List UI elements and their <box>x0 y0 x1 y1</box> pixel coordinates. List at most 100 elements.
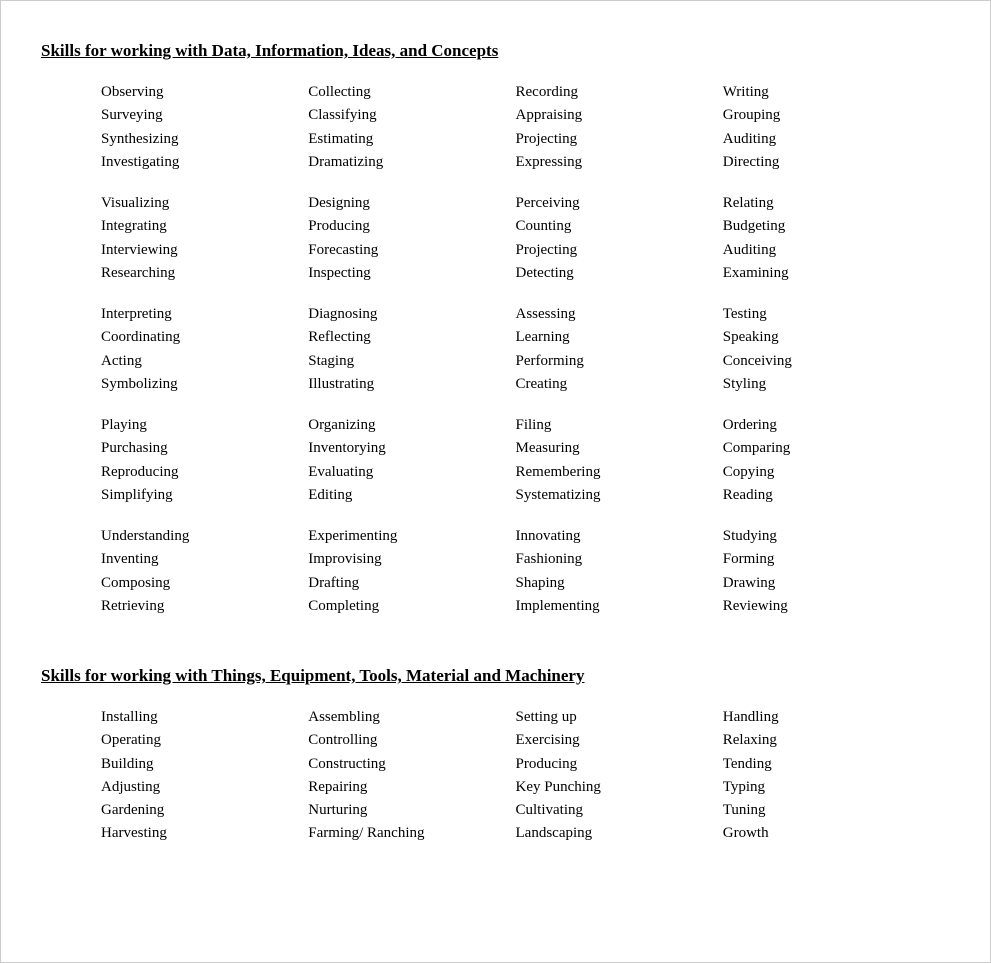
skill-item: Relaxing <box>723 729 930 752</box>
skill-item: Diagnosing <box>308 303 515 326</box>
skill-item: Conceiving <box>723 350 930 373</box>
skill-item: Harvesting <box>101 822 308 845</box>
skill-item: Inventorying <box>308 437 515 460</box>
skill-item: Inspecting <box>308 262 515 285</box>
skill-item: Setting up <box>516 706 723 729</box>
skill-item: Examining <box>723 262 930 285</box>
skill-item: Styling <box>723 373 930 396</box>
skill-item: Tuning <box>723 799 930 822</box>
skill-item: Understanding <box>101 525 308 548</box>
section1-block-0-4: UnderstandingInventingComposingRetrievin… <box>101 525 308 618</box>
section1-block-3-4: StudyingFormingDrawingReviewing <box>723 525 930 618</box>
skill-item: Completing <box>308 595 515 618</box>
skill-item: Projecting <box>516 128 723 151</box>
skill-item: Dramatizing <box>308 151 515 174</box>
section1-block-1-0: CollectingClassifyingEstimatingDramatizi… <box>308 81 515 174</box>
skill-item: Recording <box>516 81 723 104</box>
skill-item: Observing <box>101 81 308 104</box>
skill-item: Nurturing <box>308 799 515 822</box>
section1-block-3-1: RelatingBudgetingAuditingExamining <box>723 192 930 285</box>
skill-item: Growth <box>723 822 930 845</box>
section2-col-1: AssemblingControllingConstructingRepairi… <box>308 706 515 846</box>
skill-item: Operating <box>101 729 308 752</box>
skill-item: Drawing <box>723 572 930 595</box>
skill-item: Performing <box>516 350 723 373</box>
skill-item: Implementing <box>516 595 723 618</box>
skill-item: Expressing <box>516 151 723 174</box>
section1-block-2-1: PerceivingCountingProjectingDetecting <box>516 192 723 285</box>
section2-block-3-0: HandlingRelaxingTendingTypingTuningGrowt… <box>723 706 930 846</box>
skill-item: Remembering <box>516 461 723 484</box>
section1-col-0: ObservingSurveyingSynthesizingInvestigat… <box>101 81 308 618</box>
section1-block-0-3: PlayingPurchasingReproducingSimplifying <box>101 414 308 507</box>
skill-item: Counting <box>516 215 723 238</box>
skill-item: Shaping <box>516 572 723 595</box>
skill-item: Evaluating <box>308 461 515 484</box>
section1-block-0-1: VisualizingIntegratingInterviewingResear… <box>101 192 308 285</box>
skill-item: Comparing <box>723 437 930 460</box>
section1-block-3-2: TestingSpeakingConceivingStyling <box>723 303 930 396</box>
skill-item: Producing <box>516 753 723 776</box>
skill-item: Interpreting <box>101 303 308 326</box>
skill-item: Researching <box>101 262 308 285</box>
section2-grid: InstallingOperatingBuildingAdjustingGard… <box>101 706 930 864</box>
page: Skills for working with Data, Informatio… <box>0 0 991 963</box>
skill-item: Simplifying <box>101 484 308 507</box>
skill-item: Repairing <box>308 776 515 799</box>
skill-item: Constructing <box>308 753 515 776</box>
section1-block-1-3: OrganizingInventoryingEvaluatingEditing <box>308 414 515 507</box>
skill-item: Classifying <box>308 104 515 127</box>
section2-block-0-0: InstallingOperatingBuildingAdjustingGard… <box>101 706 308 846</box>
skill-item: Reading <box>723 484 930 507</box>
skill-item: Designing <box>308 192 515 215</box>
skill-item: Surveying <box>101 104 308 127</box>
section1-block-3-3: OrderingComparingCopyingReading <box>723 414 930 507</box>
skill-item: Filing <box>516 414 723 437</box>
skill-item: Installing <box>101 706 308 729</box>
skill-item: Investigating <box>101 151 308 174</box>
skill-item: Detecting <box>516 262 723 285</box>
section2-title: Skills for working with Things, Equipmen… <box>41 666 950 686</box>
skill-item: Retrieving <box>101 595 308 618</box>
skill-item: Writing <box>723 81 930 104</box>
skill-item: Producing <box>308 215 515 238</box>
section1-grid: ObservingSurveyingSynthesizingInvestigat… <box>101 81 930 636</box>
skill-item: Adjusting <box>101 776 308 799</box>
skill-item: Editing <box>308 484 515 507</box>
skill-item: Reproducing <box>101 461 308 484</box>
section1-block-3-0: WritingGroupingAuditingDirecting <box>723 81 930 174</box>
skill-item: Typing <box>723 776 930 799</box>
skill-item: Directing <box>723 151 930 174</box>
skill-item: Innovating <box>516 525 723 548</box>
skill-item: Reviewing <box>723 595 930 618</box>
skill-item: Learning <box>516 326 723 349</box>
section1: Skills for working with Data, Informatio… <box>41 41 950 636</box>
skill-item: Controlling <box>308 729 515 752</box>
skill-item: Speaking <box>723 326 930 349</box>
skill-item: Synthesizing <box>101 128 308 151</box>
skill-item: Farming/ Ranching <box>308 822 515 845</box>
skill-item: Collecting <box>308 81 515 104</box>
skill-item: Interviewing <box>101 239 308 262</box>
section1-col-3: WritingGroupingAuditingDirecting Relating… <box>723 81 930 618</box>
skill-item: Inventing <box>101 548 308 571</box>
skill-item: Relating <box>723 192 930 215</box>
section1-block-2-2: AssessingLearningPerformingCreating <box>516 303 723 396</box>
section1-block-0-0: ObservingSurveyingSynthesizingInvestigat… <box>101 81 308 174</box>
skill-item: Organizing <box>308 414 515 437</box>
skill-item: Reflecting <box>308 326 515 349</box>
skill-item: Budgeting <box>723 215 930 238</box>
skill-item: Estimating <box>308 128 515 151</box>
section1-block-1-4: ExperimentingImprovisingDraftingCompleti… <box>308 525 515 618</box>
skill-item: Systematizing <box>516 484 723 507</box>
section2-block-1-0: AssemblingControllingConstructingRepairi… <box>308 706 515 846</box>
skill-item: Coordinating <box>101 326 308 349</box>
skill-item: Copying <box>723 461 930 484</box>
section1-block-1-2: DiagnosingReflectingStagingIllustrating <box>308 303 515 396</box>
skill-item: Forming <box>723 548 930 571</box>
skill-item: Forecasting <box>308 239 515 262</box>
section1-col-1: CollectingClassifyingEstimatingDramatizi… <box>308 81 515 618</box>
section1-block-1-1: DesigningProducingForecastingInspecting <box>308 192 515 285</box>
section1-col-2: RecordingAppraisingProjectingExpressingP… <box>516 81 723 618</box>
section2-block-2-0: Setting upExercisingProducingKey Punchin… <box>516 706 723 846</box>
